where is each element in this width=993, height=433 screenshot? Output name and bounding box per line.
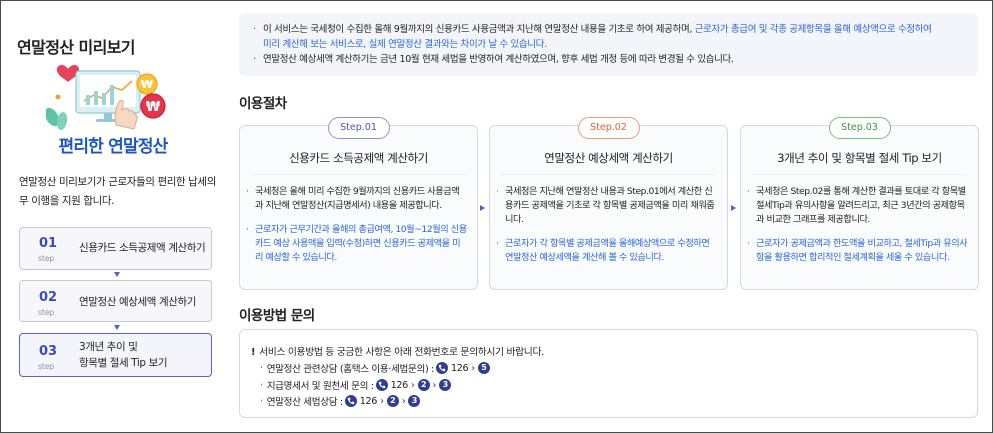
hero-caption: 편리한 연말정산 [58, 137, 169, 157]
step-label: 신용카드 소득공제액 계산하기 [79, 242, 206, 254]
right-arrow-icon [731, 205, 736, 211]
down-arrow-icon [114, 272, 120, 277]
step-number: 03 [39, 344, 58, 359]
year-end-tax-illustration: ₩ ₩ [46, 65, 166, 130]
service-notice: · 이 서비스는 국세청이 수집한 올해 9월까지의 신용카드 사용금액과 지난… [239, 13, 978, 76]
procedure-heading: 이용절차 [239, 96, 287, 112]
alert-icon: ! [251, 347, 256, 358]
phone-number[interactable]: 126 [451, 363, 469, 374]
step-label: 3개년 추이 및 항목별 절세 Tip 보기 [79, 339, 168, 371]
step-label-line1: 3개년 추이 및 [79, 341, 138, 353]
bullet: · [253, 54, 256, 65]
step-pill: Step.03 [828, 117, 891, 139]
menu-number-badge: 3 [408, 395, 421, 407]
inquiry-label: 지급명세서 및 원천세 문의 : [266, 381, 374, 392]
sidebar: 연말정산 미리보기 ₩ ₩ 편리한 연말정산 연말정산 미리보기가 근로자들의 … [1, 1, 225, 432]
step-number: 01 [39, 236, 58, 251]
menu-number-badge: 2 [417, 379, 430, 391]
procedure-card-title: 연말정산 예상세액 계산하기 [544, 151, 673, 165]
procedure-desc: · 국세청은 올해 미리 수집한 9월까지의 신용카드 사용금액과 지난해 연말정… [246, 186, 460, 211]
inquiry-heading: 이용방법 문의 [239, 308, 315, 324]
procedure-card-title: 신용카드 소득공제액 계산하기 [289, 151, 428, 165]
notice-highlight: 미리 계산해 보는 서비스로, 실제 연말정산 결과와는 차이가 날 수 있습니… [263, 39, 547, 50]
inquiry-line-withholding: · 지급명세서 및 원천세 문의 : 126 › 2 › 3 [260, 378, 452, 392]
phone-icon [344, 395, 357, 407]
procedure-card-step2: Step.02 연말정산 예상세액 계산하기 · 국세청은 지난해 연말정산 내용… [489, 117, 728, 290]
menu-number-badge: 5 [477, 362, 490, 374]
svg-text:₩: ₩ [146, 100, 161, 115]
procedure-desc: · 국세청은 Step.02를 통해 계산한 결과를 토대로 각 항목별 절세Ti… [747, 186, 966, 225]
inquiry-line-tax-consult: · 연말정산 관련상담 (홈택스 이용·세법문의) : 126 › 5 [260, 361, 490, 375]
menu-number-badge: 2 [386, 395, 399, 407]
procedure-card-step3: Step.03 3개년 추이 및 항목별 절세 Tip 보기 · 국세청은 Ste… [740, 117, 979, 290]
chevron-right-icon: › [380, 395, 384, 407]
procedure-desc-highlight: · 근로자가 근무기간과 올해의 총급여액, 10월~12월의 신용카드 예상 사… [246, 224, 467, 263]
sidebar-step-03[interactable]: 03 step 3개년 추이 및 항목별 절세 Tip 보기 [19, 333, 212, 377]
notice-text: 연말정산 예상세액 계산하기는 금년 10월 현재 세법을 반영하여 계산하였으… [263, 54, 734, 65]
chevron-right-icon: › [401, 395, 406, 407]
sidebar-description: 연말정산 미리보기가 근로자들의 편리한 납세의무 이행을 지원 합니다. [19, 176, 216, 207]
procedure-card-title: 3개년 추이 및 항목별 절세 Tip 보기 [777, 151, 942, 165]
step-caption: step [38, 254, 55, 263]
chevron-right-icon: › [432, 379, 437, 391]
step-pill: Step.01 [327, 117, 390, 139]
sidebar-step-02[interactable]: 02 step 연말정산 예상세액 계산하기 [19, 280, 212, 322]
step-label: 연말정산 예상세액 계산하기 [79, 296, 196, 308]
menu-number-badge: 3 [439, 379, 452, 391]
phone-number[interactable]: 126 [360, 396, 378, 407]
step-number: 02 [39, 290, 58, 305]
step-label-line2: 항목별 절세 Tip 보기 [79, 357, 168, 369]
chevron-right-icon: › [410, 379, 415, 391]
right-arrow-icon [480, 205, 485, 211]
divider [251, 174, 466, 175]
notice-text: 이 서비스는 국세청이 수집한 올해 9월까지의 신용카드 사용금액과 지난해 … [263, 24, 695, 35]
divider [501, 174, 716, 175]
down-arrow-icon [114, 325, 120, 330]
inquiry-box: ! 서비스 이용방법 등 궁금한 사항은 아래 전화번호로 문의하시기 바랍니다.… [239, 329, 978, 418]
notice-item: · 연말정산 예상세액 계산하기는 금년 10월 현재 세법을 반영하여 계산하… [253, 52, 964, 67]
phone-icon [435, 362, 448, 374]
procedure-desc: · 국세청은 지난해 연말정산 내용과 Step.01에서 계산한 신용카드 공제… [496, 186, 715, 225]
procedure-card-step1: Step.01 신용카드 소득공제액 계산하기 · 국세청은 올해 미리 수집한 … [239, 117, 478, 290]
procedure-desc-highlight: · 근로자가 각 항목별 공제금액을 올해예상액으로 수정하면 연말정산 예상세액… [496, 238, 710, 263]
inquiry-label: 연말정산 관련상담 (홈택스 이용·세법문의) : [266, 364, 435, 375]
inquiry-intro: ! 서비스 이용방법 등 궁금한 사항은 아래 전화번호로 문의하시기 바랍니다. [251, 347, 544, 358]
sidebar-step-01[interactable]: 01 step 신용카드 소득공제액 계산하기 [19, 227, 212, 270]
inquiry-line-tax-law: · 연말정산 세법상담 : 126 › 2 › 3 [260, 394, 421, 408]
step-caption: step [38, 362, 55, 371]
procedure-desc-highlight: · 근로자가 공제금액과 한도액을 비교하고, 절세Tip과 유의사항을 활용하면… [747, 238, 968, 263]
notice-item: · 이 서비스는 국세청이 수집한 올해 9월까지의 신용카드 사용금액과 지난… [253, 22, 964, 52]
chevron-right-icon: › [471, 362, 475, 374]
notice-highlight: 근로자가 총급여 및 각종 공제항목을 올해 예상액으로 수정하여 [694, 24, 932, 35]
step-caption: step [38, 308, 55, 317]
svg-text:₩: ₩ [141, 78, 153, 91]
divider [752, 174, 967, 175]
phone-number[interactable]: 126 [391, 380, 409, 391]
inquiry-label: 연말정산 세법상담 : [266, 397, 343, 408]
phone-icon [375, 379, 388, 391]
bullet: · [253, 24, 256, 35]
step-pill: Step.02 [577, 117, 640, 139]
